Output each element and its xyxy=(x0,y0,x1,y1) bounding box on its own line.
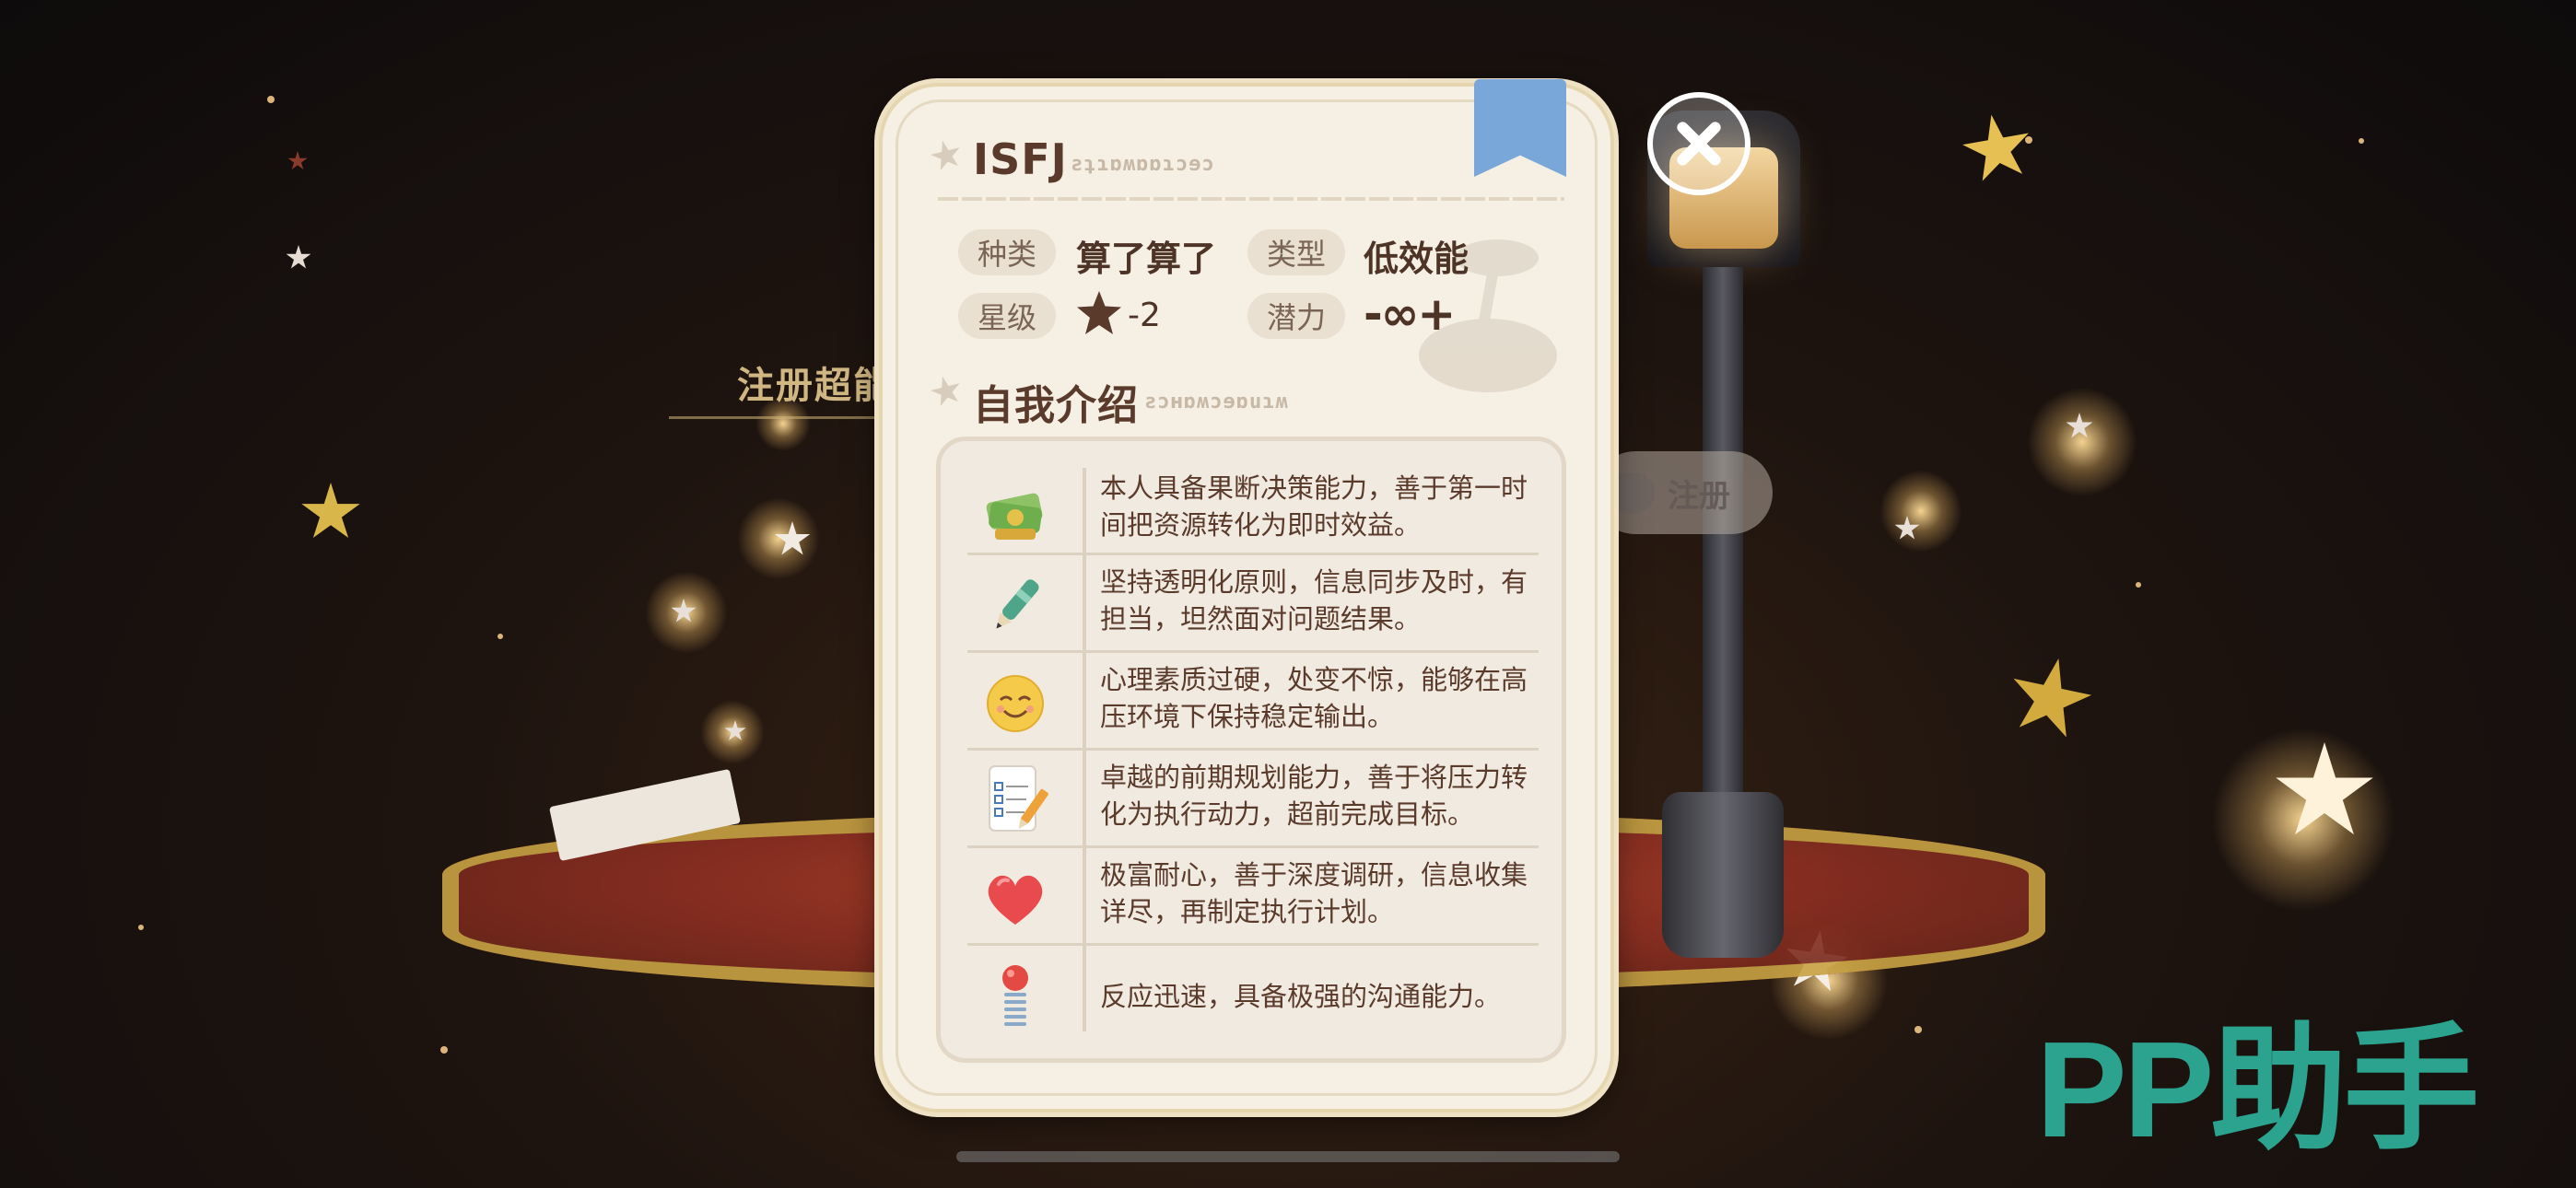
trait-text: 反应迅速，具备极强的沟通能力。 xyxy=(1100,981,1502,1012)
background-register-button: 注册 xyxy=(1594,451,1773,534)
type-tag: 类型 xyxy=(1247,229,1345,275)
particle xyxy=(498,634,503,639)
row-separator xyxy=(967,845,1539,848)
type-value: 低效能 xyxy=(1364,239,1469,279)
particle xyxy=(440,1046,448,1054)
list-item: 极富耐心，善于深度调研，信息收集详尽，再制定执行计划。 xyxy=(958,855,1544,943)
star-icon xyxy=(2001,650,2100,749)
intro-title-decoration: ƨɔʜɒʍɔɘɒuɿʍ xyxy=(1144,390,1289,413)
row-separator xyxy=(967,748,1539,751)
trait-text: 心理素质过硬，处变不惊，能够在高压环境下保持稳定输出。 xyxy=(1100,664,1528,732)
trait-text: 卓越的前期规划能力，善于将压力转化为执行动力，超前完成目标。 xyxy=(1100,762,1528,830)
list-item: 卓越的前期规划能力，善于将压力转化为执行动力，超前完成目标。 xyxy=(958,757,1544,845)
card-title: ISFJ xyxy=(973,134,1068,184)
star-icon xyxy=(301,483,360,539)
particle xyxy=(138,925,144,930)
rank-tag: 星级 xyxy=(958,293,1056,339)
pen-icon xyxy=(980,571,1050,641)
light-glow xyxy=(1879,470,1962,553)
star-icon xyxy=(1957,109,2038,190)
chat-bubble-icon xyxy=(1609,472,1655,513)
particle xyxy=(1914,1026,1922,1033)
potential-value: -∞+ xyxy=(1364,287,1456,341)
list-item: 反应迅速，具备极强的沟通能力。 xyxy=(958,952,1544,1041)
list-item: 心理素质过硬，处变不惊，能够在高压环境下保持稳定输出。 xyxy=(958,659,1544,748)
home-indicator[interactable] xyxy=(956,1151,1620,1162)
intro-title: 自我介绍 xyxy=(973,382,1139,429)
kind-value: 算了算了 xyxy=(1076,239,1217,279)
particle xyxy=(2359,138,2364,144)
money-icon xyxy=(980,477,1050,547)
spring-icon xyxy=(980,961,1050,1031)
light-glow xyxy=(737,497,820,580)
particle xyxy=(2025,136,2032,144)
list-item: 坚持透明化原则，信息同步及时，有担当，坦然面对问题结果。 xyxy=(958,562,1544,650)
row-separator xyxy=(967,943,1539,946)
trait-text: 坚持透明化原则，信息同步及时，有担当，坦然面对问题结果。 xyxy=(1100,566,1528,635)
close-button[interactable] xyxy=(1647,92,1751,195)
kind-tag: 种类 xyxy=(958,229,1056,275)
potential-tag: 潜力 xyxy=(1247,293,1345,339)
star-icon xyxy=(286,245,311,269)
particle xyxy=(2136,582,2141,588)
smiley-icon xyxy=(980,669,1050,739)
star-icon xyxy=(287,151,308,170)
row-separator xyxy=(967,553,1539,555)
light-glow xyxy=(2027,387,2137,497)
trait-text: 极富耐心，善于深度调研，信息收集详尽，再制定执行计划。 xyxy=(1100,859,1528,927)
title-decoration: ƨʇɿɒʍɒɒɿɔɘɔ xyxy=(1071,153,1215,176)
trait-text: 本人具备果断决策能力，善于第一时间把资源转化为即时效益。 xyxy=(1100,472,1528,541)
list-item: 本人具备果断决策能力，善于第一时间把资源转化为即时效益。 xyxy=(958,468,1544,556)
particle xyxy=(267,96,275,103)
row-separator xyxy=(967,650,1539,653)
background-register-label: 注册超能 xyxy=(737,365,892,407)
todo-list-icon xyxy=(980,764,1050,834)
watermark-logo: PP助手 xyxy=(2036,1014,2479,1166)
background-register-pill-label: 注册 xyxy=(1668,477,1730,515)
rank-value: -2 xyxy=(1128,297,1161,334)
heart-icon xyxy=(980,864,1050,934)
title-divider xyxy=(938,197,1564,201)
